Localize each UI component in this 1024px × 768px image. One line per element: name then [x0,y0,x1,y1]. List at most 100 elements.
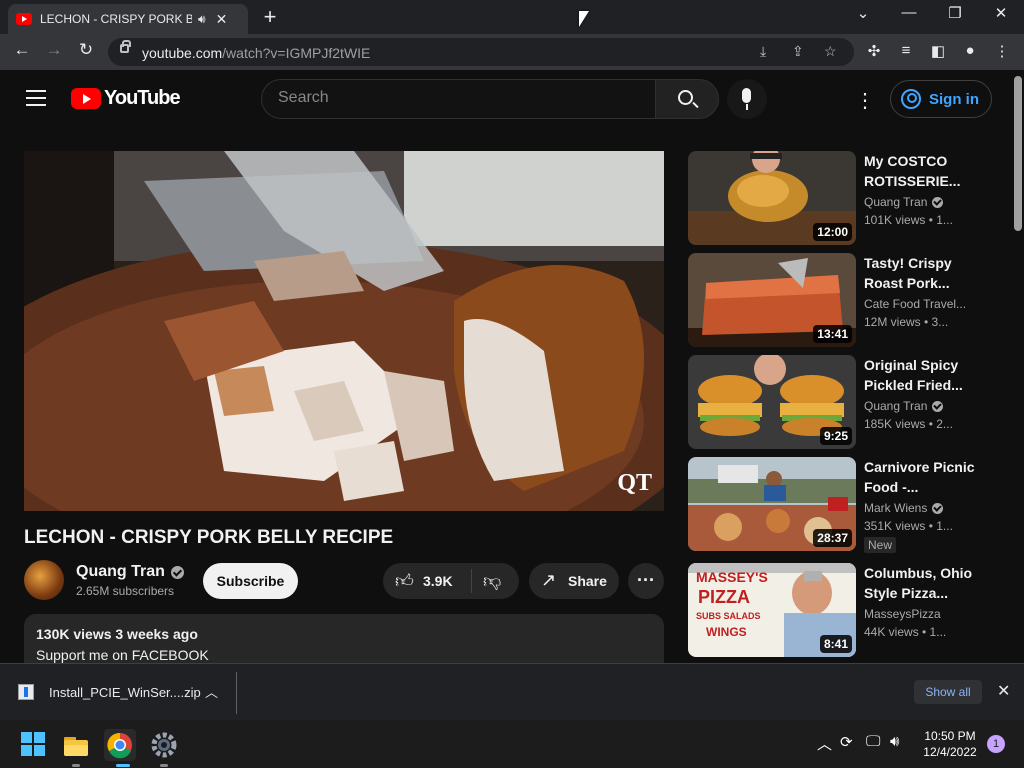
new-tab-button[interactable]: + [258,4,282,30]
url-text: youtube.com/watch?v=IGMPJf2tWIE [142,45,371,61]
video-thumbnail[interactable]: 13:41 [688,253,856,347]
like-thumb-icon[interactable]: 👍︎ [395,570,414,592]
show-all-downloads-button[interactable]: Show all [914,680,982,704]
account-icon [901,89,921,109]
subscribe-button[interactable]: Subscribe [203,563,298,599]
video-thumbnail[interactable]: 9:25 [688,355,856,449]
microphone-icon [742,88,751,103]
video-frame [24,151,664,511]
sync-alert-icon[interactable]: ⟳ [840,733,853,751]
browser-tab-strip: LECHON - CRISPY PORK BELLY RECIPE - YouT… [0,0,1024,34]
video-duration: 8:41 [819,635,852,653]
recommended-video[interactable]: 12:00 My COSTCO ROTISSERIE... Quang Tran… [688,151,1008,245]
page-scrollbar[interactable] [1012,70,1024,663]
install-app-icon[interactable]: ⤓ [760,43,766,60]
taskbar-clock[interactable]: 10:50 PM 12/4/2022 [922,728,978,760]
reload-button[interactable]: ↻ [74,40,98,60]
tab-search-chevron-icon[interactable]: ⌄ [843,4,883,22]
share-page-icon[interactable]: ⇪ [792,43,804,60]
share-label: Share [568,573,607,589]
channel-name[interactable]: Quang Tran [864,399,996,413]
sign-in-button[interactable]: Sign in [890,80,992,118]
like-count[interactable]: 3.9K [423,573,453,589]
recommended-video[interactable]: 13:41 Tasty! Crispy Roast Pork... Cate F… [688,253,1008,347]
restore-button[interactable]: ❐ [935,4,975,22]
channel-watermark: QT [617,470,652,496]
start-windows-icon[interactable] [18,729,50,761]
views-and-date: 130K views 3 weeks ago [36,626,198,642]
close-download-bar-icon[interactable]: ✕ [997,681,1010,701]
taskbar-running-indicator [160,764,168,767]
zip-file-icon [18,684,34,700]
side-panel-icon[interactable]: ◧ [928,42,948,60]
bookmark-star-icon[interactable]: ☆ [824,43,837,60]
video-title[interactable]: My COSTCO ROTISSERIE... [864,151,992,191]
channel-name[interactable]: Quang Tran [76,563,184,581]
forward-button[interactable]: → [42,40,66,60]
download-divider [236,672,237,714]
lock-icon[interactable] [120,40,131,53]
video-player[interactable]: QT [24,151,664,511]
network-icon[interactable]: 🖵︎ [866,733,880,750]
video-thumbnail[interactable]: 28:37 [688,457,856,551]
settings-menu-icon[interactable]: ⋮ [855,88,875,113]
video-title[interactable]: Columbus, Ohio Style Pizza... [864,563,992,603]
video-duration: 13:41 [813,325,852,343]
video-thumbnail[interactable]: 12:00 [688,151,856,245]
download-options-chevron-icon[interactable]: ︿ [205,682,218,701]
voice-search-button[interactable] [727,79,767,119]
recommended-video[interactable]: 9:25 Original Spicy Pickled Fried... Qua… [688,355,1008,449]
extensions-puzzle-icon[interactable]: ✣ [864,42,884,60]
video-title[interactable]: Tasty! Crispy Roast Pork... [864,253,992,293]
browser-toolbar: ← → ↻ youtube.com/watch?v=IGMPJf2tWIE ⤓ … [0,34,1024,70]
profile-icon[interactable]: ● [960,42,980,59]
download-filename[interactable]: Install_PCIE_WinSer....zip [49,685,201,700]
media-control-icon[interactable]: ≡ [896,42,916,59]
youtube-wordmark: YouTube [104,87,181,109]
video-duration: 9:25 [819,427,852,445]
chrome-icon[interactable] [104,729,136,761]
close-window-button[interactable]: ✕ [981,4,1021,22]
search-button[interactable] [655,79,719,119]
youtube-favicon-icon [16,13,32,25]
youtube-play-logo-icon [71,88,101,109]
tab-close-icon[interactable]: ✕ [216,11,228,28]
scrollbar-thumb[interactable] [1014,76,1022,231]
volume-icon[interactable]: 🔊︎ [890,733,899,750]
guide-menu-icon[interactable] [26,90,46,106]
video-thumbnail[interactable]: MASSEY'S PIZZA SUBS SALADS WINGS 8:41 [688,563,856,657]
notification-badge[interactable]: 1 [987,735,1005,753]
thumbnail-sign-text: MASSEY'S [696,569,768,585]
more-actions-button[interactable]: ··· [628,563,664,599]
recommended-video[interactable]: 28:37 Carnivore Picnic Food -... Mark Wi… [688,457,1008,553]
youtube-logo[interactable]: YouTube [71,87,181,110]
search-input[interactable] [278,89,638,107]
browser-tab[interactable]: LECHON - CRISPY PORK BELLY RECIPE - YouT… [8,4,248,34]
like-divider [471,569,472,593]
video-title[interactable]: Original Spicy Pickled Fried... [864,355,992,395]
channel-name[interactable]: Cate Food Travel... [864,297,996,311]
youtube-header: YouTube ⋮ Sign in [0,70,1012,126]
new-badge: New [864,537,897,553]
share-button[interactable]: ↗ Share [529,563,619,599]
chrome-menu-icon[interactable]: ⋮ [992,42,1012,60]
channel-name[interactable]: MasseysPizza [864,607,996,621]
channel-avatar[interactable] [24,560,64,600]
recommended-video[interactable]: MASSEY'S PIZZA SUBS SALADS WINGS 8:41 Co… [688,563,1008,657]
dislike-thumb-icon[interactable]: 👎︎ [483,570,501,592]
channel-name[interactable]: Mark Wiens [864,501,996,515]
description-box[interactable]: 130K views 3 weeks ago Support me on FAC… [24,614,664,664]
settings-gear-icon[interactable] [148,729,180,761]
channel-name[interactable]: Quang Tran [864,195,996,209]
taskbar-running-indicator [72,764,80,767]
minimize-button[interactable]: — [889,4,929,21]
clock-time: 10:50 PM [924,729,976,743]
show-hidden-icons-chevron-icon[interactable]: ︿ [817,733,832,754]
back-button[interactable]: ← [10,40,34,60]
file-explorer-icon[interactable] [60,729,92,761]
verified-badge-icon [932,196,944,208]
clock-date: 12/4/2022 [923,745,977,759]
audio-playing-icon[interactable]: 🔊︎ [198,12,206,27]
video-title[interactable]: Carnivore Picnic Food -... [864,457,992,497]
address-bar[interactable]: youtube.com/watch?v=IGMPJf2tWIE ⤓ ⇪ ☆ [108,38,854,66]
